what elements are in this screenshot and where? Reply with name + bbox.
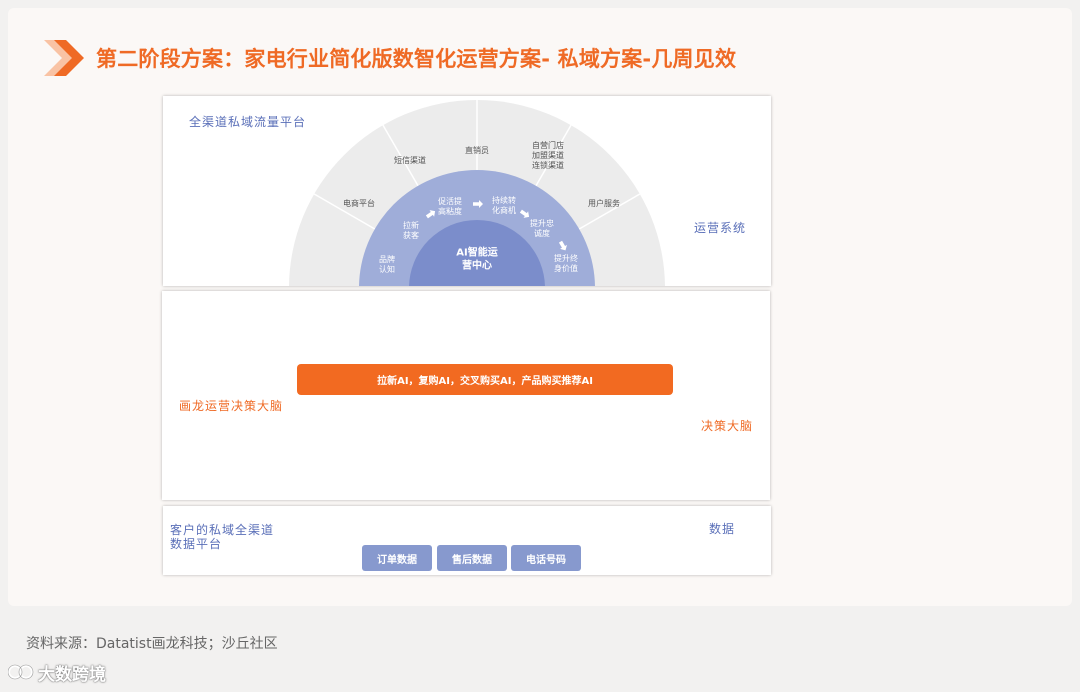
outer-segment-label: 直销员	[465, 145, 489, 155]
watermark-logo: 大数跨境	[8, 659, 106, 685]
title-row: 第二阶段方案：家电行业简化版数智化运营方案- 私域方案-几周见效	[40, 38, 736, 78]
chip-phone-number: 电话号码	[511, 545, 581, 571]
decision-brain-left-label: 画龙运营决策大脑	[179, 399, 284, 413]
source-note: 资料来源：Datatist画龙科技；沙丘社区	[26, 636, 278, 652]
channel-arch-diagram: 电商平台短信渠道直销员自营门店加盟渠道连锁渠道用户服务品牌认知拉新获客促活提高粘…	[289, 100, 665, 286]
data-label: 数据	[709, 522, 736, 536]
outer-segment-label: 电商平台	[343, 198, 375, 208]
ai-models-bar: 拉新AI，复购AI，交叉购买AI，产品购买推荐AI	[297, 364, 673, 395]
operations-system-panel: 全渠道私域流量平台 运营系统 电商平台 短信渠道 直销员 自营门店加盟渠道连锁渠道 用户…	[163, 96, 771, 286]
data-platform-label: 客户的私域全渠道 数据平台	[170, 523, 275, 551]
page-title: 第二阶段方案：家电行业简化版数智化运营方案- 私域方案-几周见效	[96, 47, 737, 71]
outer-segment-label: 自营门店加盟渠道连锁渠道	[532, 140, 564, 170]
double-chevron-icon	[44, 40, 84, 76]
chip-after-sales-data: 售后数据	[437, 545, 507, 571]
outer-segment-label: 用户服务	[588, 198, 620, 208]
decision-brain-panel: 画龙运营决策大脑 决策大脑 拉新AI，复购AI，交叉购买AI，产品购买推荐AI	[162, 291, 770, 500]
watermark-text: 大数跨境	[38, 664, 106, 685]
decision-brain-right-label: 决策大脑	[701, 419, 754, 433]
data-platform-panel: 客户的私域全渠道 数据平台 数据 订单数据 售后数据 电话号码	[163, 506, 771, 575]
chip-order-data: 订单数据	[362, 545, 432, 571]
outer-segment-label: 短信渠道	[394, 155, 426, 165]
watermark-logo-icon	[8, 664, 34, 680]
